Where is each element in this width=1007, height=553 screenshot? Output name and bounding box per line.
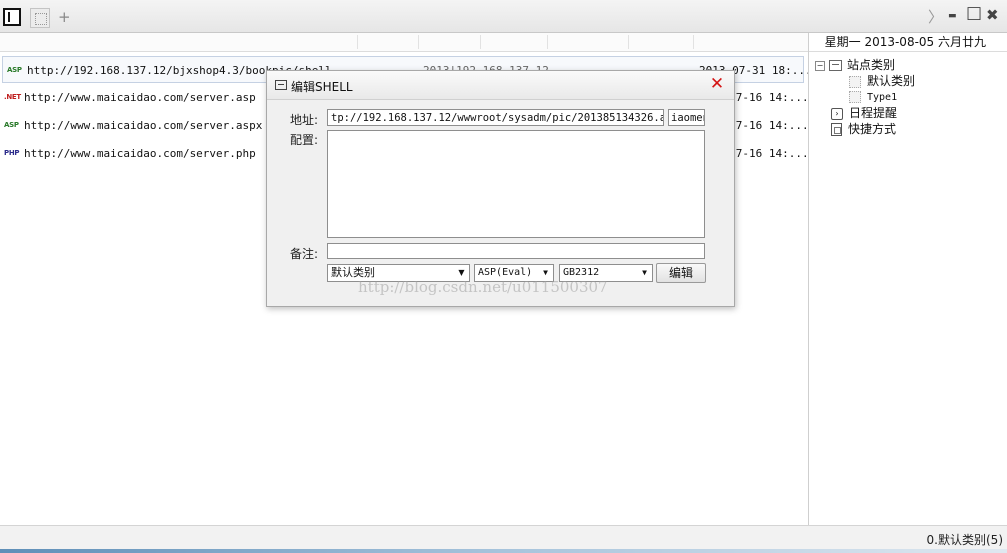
- dialog-title: 编辑SHELL: [291, 80, 353, 94]
- date-text: 星期一 2013-08-05 六月廿九: [824, 35, 986, 49]
- folder-icon: [829, 60, 842, 71]
- tree-item-label: 快捷方式: [848, 122, 897, 136]
- close-icon[interactable]: ✕: [708, 75, 726, 93]
- note-label: 备注:: [290, 247, 319, 261]
- edit-shell-dialog: 编辑SHELL ✕ 地址: tp://192.168.137.12/wwwroo…: [266, 70, 735, 307]
- tree-item-schedule[interactable]: › 日程提醒: [831, 105, 897, 121]
- category-icon: [849, 91, 861, 103]
- category-select-value: 默认类别: [331, 266, 375, 279]
- collapse-icon[interactable]: −: [815, 60, 825, 71]
- tree-item-label: 默认类别: [867, 74, 916, 88]
- dropdown-arrow-icon: ▼: [642, 268, 647, 277]
- encoding-select-value: GB2312: [563, 267, 600, 278]
- edit-submit-button[interactable]: 编辑: [656, 263, 706, 283]
- dotnet-icon: .NET: [4, 93, 21, 101]
- tree-item-shortcuts[interactable]: 快捷方式: [831, 121, 896, 137]
- chevron-right-icon[interactable]: 〉: [928, 6, 943, 27]
- status-bar: 0.默认类别(5): [0, 525, 1007, 553]
- list-column-header: [0, 33, 808, 52]
- password-input[interactable]: iaomeng: [668, 109, 705, 126]
- category-icon: [849, 75, 861, 88]
- shortcut-icon: [831, 123, 842, 136]
- date-display: 星期一 2013-08-05 六月廿九: [809, 33, 1007, 52]
- asp-icon: ASP: [4, 121, 19, 129]
- tree-item-label: Type1: [867, 92, 898, 103]
- asp-icon: ASP: [7, 66, 22, 74]
- address-input[interactable]: tp://192.168.137.12/wwwroot/sysadm/pic/2…: [327, 109, 664, 126]
- column-divider[interactable]: [628, 35, 629, 49]
- column-divider[interactable]: [480, 35, 481, 49]
- window-icon: [275, 80, 287, 90]
- dropdown-arrow-icon: ▼: [458, 268, 465, 277]
- tree-item-label: 日程提醒: [849, 106, 898, 120]
- address-label: 地址:: [290, 113, 319, 127]
- status-count: 0.默认类别(5): [926, 533, 1003, 547]
- tree-item-site-categories[interactable]: − 站点类别: [815, 57, 895, 73]
- column-divider[interactable]: [357, 35, 358, 49]
- maximize-button[interactable]: □: [966, 3, 982, 23]
- tree-item-type1[interactable]: Type1: [849, 90, 897, 106]
- dropdown-arrow-icon: ▼: [543, 268, 548, 277]
- shell-url: http://www.maicaidao.com/server.aspx: [24, 119, 263, 132]
- column-divider[interactable]: [547, 35, 548, 49]
- shell-type-select[interactable]: ASP(Eval) ▼: [474, 264, 554, 282]
- tab-blank[interactable]: [30, 8, 50, 28]
- right-panel: 星期一 2013-08-05 六月廿九 − 站点类别 默认类别 Type1 › 日程…: [808, 33, 1007, 525]
- category-select[interactable]: 默认类别 ▼: [327, 264, 470, 282]
- shell-url: http://www.maicaidao.com/server.asp: [24, 91, 256, 104]
- minimize-button[interactable]: ▬: [948, 11, 957, 21]
- config-textarea[interactable]: [327, 130, 705, 238]
- shell-type-select-value: ASP(Eval): [478, 267, 533, 278]
- note-input[interactable]: [327, 243, 705, 259]
- shell-url: http://www.maicaidao.com/server.php: [24, 147, 256, 160]
- encoding-select[interactable]: GB2312 ▼: [559, 264, 653, 282]
- add-tab-button[interactable]: +: [58, 8, 71, 26]
- php-icon: PHP: [4, 149, 20, 157]
- taskbar-edge: [0, 549, 1007, 553]
- column-divider[interactable]: [418, 35, 419, 49]
- calendar-icon: ›: [831, 107, 843, 120]
- tree-item-label: 站点类别: [847, 58, 896, 72]
- dialog-titlebar[interactable]: 编辑SHELL ✕: [267, 71, 734, 100]
- column-divider[interactable]: [693, 35, 694, 49]
- tree-item-default-category[interactable]: 默认类别: [849, 73, 915, 89]
- close-window-button[interactable]: ✖: [986, 6, 999, 24]
- tab-bar: + 〉 ▬ □ ✖: [0, 0, 1007, 33]
- tab-shell-list[interactable]: [3, 8, 21, 26]
- config-label: 配置:: [290, 133, 319, 147]
